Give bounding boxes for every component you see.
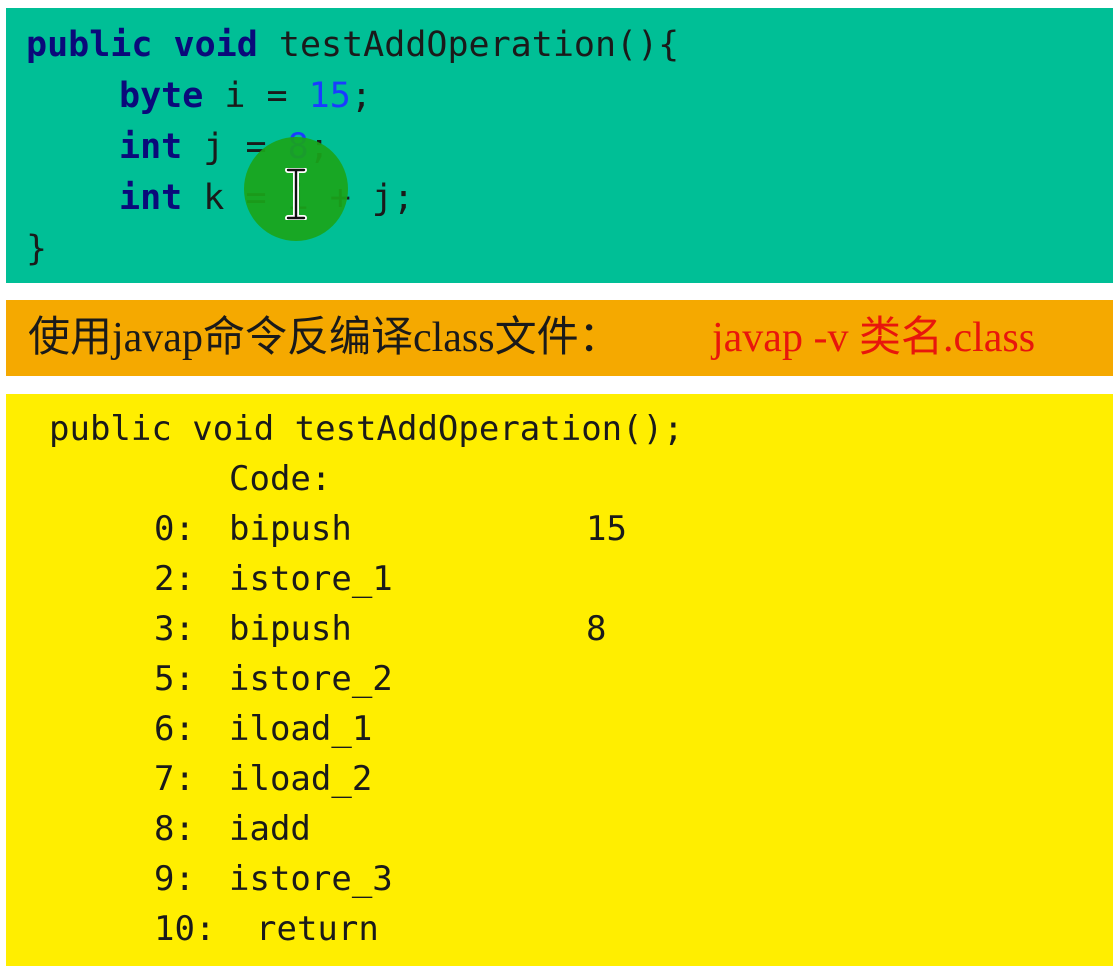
bytecode-panel: public void testAddOperation(); Code: 0:… [6,394,1113,966]
literal-15: 15 [308,76,351,116]
code-line-1: public void testAddOperation(){ [26,21,679,69]
instruction-offset: 6: [154,709,195,749]
instruction-op: bipush [229,509,352,549]
semicolon: ; [350,76,372,116]
instruction-offset: 7: [154,759,195,799]
banner-command: javap -v 类名.class [712,315,1036,361]
type-int: int [119,127,183,167]
instruction-offset: 5: [154,659,195,699]
type-byte: byte [119,76,204,116]
keyword-void: void [173,25,258,65]
instruction-offset: 10: [154,909,216,949]
instruction-op: bipush [229,609,352,649]
instruction-row: 0: [154,504,195,554]
banner-instruction: 使用javap命令反编译class文件： [28,315,621,361]
instruction-op: istore_3 [229,859,393,899]
instruction-offset: 2: [154,559,195,599]
type-int: int [119,178,183,218]
text-cursor-icon [285,168,307,220]
method-signature: testAddOperation(){ [278,25,680,65]
instruction-offset: 3: [154,609,195,649]
instruction-offset: 8: [154,809,195,849]
instruction-arg: 15 [586,509,627,549]
code-line-2: byte i = 15; [119,72,372,120]
instruction-op: istore_2 [229,659,393,699]
instruction-arg: 8 [586,609,607,649]
source-code-panel: public void testAddOperation(){ byte i =… [6,8,1113,283]
closing-brace: } [26,229,48,269]
code-label: Code: [229,459,332,499]
instruction-offset: 9: [154,859,195,899]
bytecode-signature: public void testAddOperation(); [49,409,684,449]
decl-i: i = [224,76,288,116]
instruction-op: istore_1 [229,559,393,599]
instruction-op: iload_1 [229,709,373,749]
javap-banner: 使用javap命令反编译class文件： javap -v 类名.class [6,300,1113,376]
instruction-op: iload_2 [229,759,373,799]
instruction-op: return [256,909,379,949]
code-line-5: } [26,225,47,273]
keyword-public: public [26,25,153,65]
instruction-op: iadd [229,809,311,849]
instruction-offset: 0: [154,509,195,549]
